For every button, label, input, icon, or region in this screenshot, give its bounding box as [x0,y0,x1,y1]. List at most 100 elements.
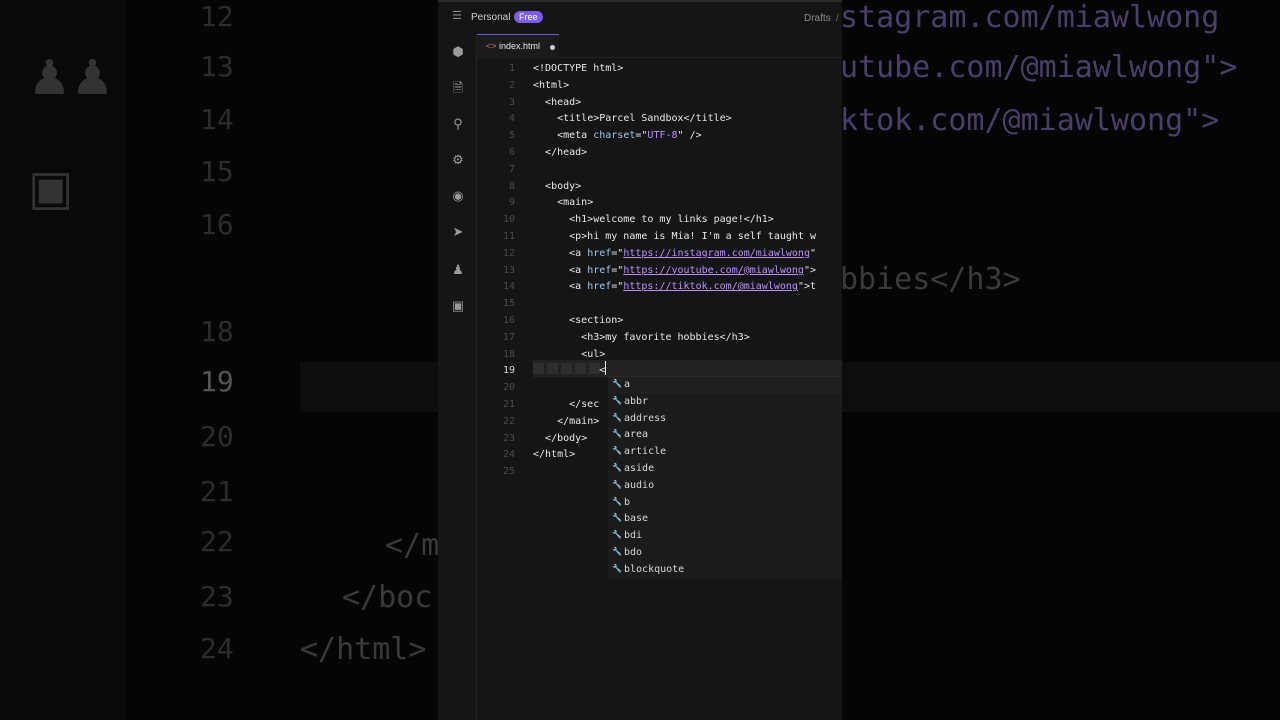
background-line-number: 18 [200,315,234,348]
line-number: 14 [502,281,515,293]
code-text: <title>Parcel Sandbox</title> [557,113,732,125]
code-line[interactable]: 8 <body> [477,178,842,195]
background-code-line: </m [385,528,440,563]
autocomplete-item[interactable]: 🔧 bdo [608,545,842,562]
code-line[interactable]: 3 <head> [477,94,842,111]
activity-bar: ⬢ 🗎 ⚲ ⚙ ◉ ➤ ♟ ▣ [438,34,477,720]
code-line[interactable]: 14 <a href="https://tiktok.com/@miawlwon… [477,278,842,295]
line-number: 11 [502,231,515,242]
autocomplete-item[interactable]: 🔧 aside [608,461,842,478]
code-line[interactable]: 17 <h3>my favorite hobbies</h3> [477,329,842,346]
code-line[interactable]: 7 [477,161,842,178]
code-line[interactable]: 16 <section> [477,312,842,329]
line-number: 12 [502,247,515,259]
background-line-number: 22 [200,525,234,558]
line-number: 13 [502,264,515,276]
cube-icon[interactable]: ⬢ [450,44,466,60]
line-number: 22 [502,415,515,427]
line-number: 25 [502,466,515,478]
autocomplete-label: address [624,412,667,424]
autocomplete-label: article [624,446,667,458]
autocomplete-label: b [624,496,631,508]
code-line[interactable]: 5 <meta charset="UTF-8" /> [477,127,842,144]
code-line[interactable]: 11 <p>hi my name is Mia! I'm a self taug… [477,228,842,245]
gear-icon[interactable]: ⚙ [450,152,466,168]
hamburger-icon[interactable]: ☰ [452,11,462,22]
top-bar: ☰ Personal Free Drafts / [438,0,842,34]
code-line[interactable]: 9 <main> [477,194,842,211]
autocomplete-item[interactable]: 🔧 base [608,511,842,528]
autocomplete-item[interactable]: 🔧 address [608,411,842,428]
code-text: <main> [557,197,594,209]
search-icon[interactable]: ⚲ [450,116,466,132]
tab-bar: <> index.html [477,34,842,58]
code-text: <head> [545,96,582,108]
text-cursor [605,361,606,375]
code-sandbox-app: ☰ Personal Free Drafts / ⬢ 🗎 ⚲ ⚙ ◉ ➤ ♟ ▣… [438,0,842,720]
autocomplete-label: audio [624,479,655,491]
users-icon[interactable]: ♟ [450,262,466,278]
wrench-icon: 🔧 [612,429,622,439]
autocomplete-label: base [624,513,649,525]
code-text: </head> [545,147,588,158]
code-text: </body> [545,432,588,444]
unsaved-dot-icon[interactable] [550,45,555,50]
autocomplete-label: abbr [624,395,649,407]
code-text: </html> [533,449,576,461]
wrench-icon: 🔧 [612,446,622,456]
background-line-number: 23 [200,580,234,613]
wrench-icon: 🔧 [612,379,622,388]
code-text: <h1>welcome to my links page!</h1> [569,214,774,226]
autocomplete-item[interactable]: 🔧 abbr [608,394,842,411]
wrench-icon: 🔧 [612,496,622,506]
code-line[interactable]: 2 <html> [477,77,842,94]
line-number: 21 [502,399,515,410]
line-number: 4 [508,113,515,125]
code-text: <body> [545,180,582,192]
line-number: 2 [508,79,515,91]
wrench-icon: 🔧 [612,563,622,573]
code-text: <!DOCTYPE html> [533,63,624,74]
autocomplete-item[interactable]: 🔧 article [608,444,842,461]
rocket-icon[interactable]: ➤ [450,224,466,240]
tab-label: index.html [499,41,541,51]
autocomplete-item[interactable]: 🔧 area [608,427,842,444]
code-line[interactable]: 15 [477,295,842,312]
code-line[interactable]: 12 <a href="https://instagram.com/miawlw… [477,245,842,262]
code-text: <a href="https://instagram.com/miawlwong… [569,247,816,259]
wrench-icon: 🔧 [612,547,622,556]
code-line[interactable]: 18 <ul> [477,346,842,363]
wrench-icon: 🔧 [612,479,622,489]
wrench-icon: 🔧 [612,395,622,405]
background-code-line: ktok.com/@miawlwong"> [840,103,1220,138]
autocomplete-item[interactable]: 🔧 b [608,495,842,512]
code-line[interactable]: 1 <!DOCTYPE html> [477,60,842,77]
background-line-number: 15 [200,155,234,188]
line-number: 5 [508,130,515,142]
autocomplete-list[interactable]: 🔧 a 🔧 abbr 🔧 address 🔧 area 🔧 article 🔧 aside 🔧 audio… [608,376,842,579]
code-text: </main> [557,415,600,427]
autocomplete-item[interactable]: 🔧 a [608,377,842,394]
code-line[interactable]: 6 </head> [477,144,842,161]
background-code-line: utube.com/@miawlwong"> [840,50,1238,85]
background-line-number: 14 [200,103,234,136]
wrench-icon: 🔧 [612,412,622,422]
drafts-breadcrumb[interactable]: Drafts [804,13,831,24]
tab-index-html[interactable]: <> index.html [477,34,559,58]
autocomplete-item[interactable]: 🔧 audio [608,478,842,495]
line-number: 10 [502,214,515,226]
code-line[interactable]: 4 <title>Parcel Sandbox</title> [477,110,842,127]
code-line[interactable]: 10 <h1>welcome to my links page!</h1> [477,211,842,228]
line-number: 23 [502,432,515,444]
line-number: 3 [508,96,515,108]
autocomplete-label: a [624,379,631,390]
autocomplete-item[interactable]: 🔧 blockquote [608,562,842,579]
file-icon[interactable]: 🗎 [450,80,466,96]
background-docker-icon: ▣ [28,162,74,215]
code-line[interactable]: 13 <a href="https://youtube.com/@miawlwo… [477,262,842,279]
docker-icon[interactable]: ▣ [450,298,466,314]
autocomplete-item[interactable]: 🔧 bdi [608,528,842,545]
github-icon[interactable]: ◉ [450,188,466,204]
workspace-name[interactable]: Personal [471,12,510,23]
background-code-line: bbies</h3> [840,262,1021,297]
